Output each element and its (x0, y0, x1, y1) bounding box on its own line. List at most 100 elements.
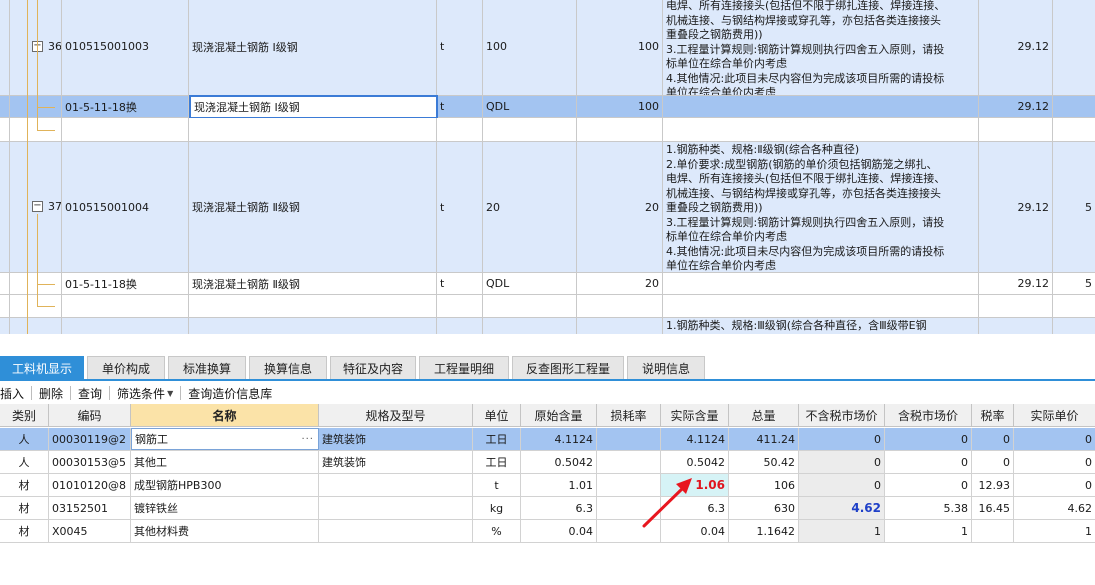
cell-price-ex-tax[interactable]: 4.62 (799, 497, 885, 519)
quota-name[interactable]: 现浇混凝土钢筋 Ⅱ级钢 (189, 273, 437, 294)
cell-actual-price: 0 (1085, 455, 1092, 469)
quota-qty-expr[interactable]: QDL (483, 96, 577, 117)
col-price-ex-tax[interactable]: 不含税市场价 (799, 404, 885, 426)
resource-row[interactable]: 材 01010120@8 成型钢筋HPB300 t 1.01 1.06 106 … (0, 474, 1095, 497)
cell-price-in-tax[interactable]: 0 (885, 451, 972, 473)
cell-tax-rate[interactable]: 0 (972, 451, 1014, 473)
cell-price-in-tax[interactable]: 5.38 (885, 497, 972, 519)
col-actual-price[interactable]: 实际单价 (1014, 404, 1095, 426)
col-unit[interactable]: 单位 (473, 404, 521, 426)
cell-code: 01010120@8 (49, 474, 131, 496)
cell-tax-rate[interactable]: 12.93 (972, 474, 1014, 496)
cell-price-in-tax[interactable]: 0 (885, 428, 972, 450)
col-code[interactable]: 编码 (49, 404, 131, 426)
ellipsis-icon[interactable]: ··· (301, 434, 314, 445)
cell-actual-price: 0 (1085, 432, 1092, 446)
bill-item-row[interactable]: − 36 010515001003 现浇混凝土钢筋 Ⅰ级钢 t 100 100 … (0, 0, 1095, 96)
cell-price-ex-tax[interactable]: 0 (799, 428, 885, 450)
item-name[interactable] (189, 318, 437, 334)
cell-price-ex-tax[interactable]: 1 (799, 520, 885, 542)
item-description: 1.钢筋种类、规格:Ⅱ级钢(综合各种直径) 2.单价要求:成型钢筋(钢筋的单价须… (663, 142, 979, 272)
col-original-qty[interactable]: 原始含量 (521, 404, 597, 426)
item-name[interactable]: 现浇混凝土钢筋 Ⅰ级钢 (189, 0, 437, 95)
price-db-button[interactable]: 查询造价信息库 (181, 382, 279, 404)
col-loss-rate[interactable]: 损耗率 (597, 404, 661, 426)
cell-name[interactable]: 其他材料费 (131, 520, 319, 542)
col-name[interactable]: 名称 (131, 404, 319, 426)
tree-cell (10, 318, 62, 334)
cell-actual-price: 4.62 (1067, 501, 1093, 515)
cell-price-in-tax[interactable]: 0 (885, 474, 972, 496)
filter-dropdown[interactable]: 筛选条件 ▼ (110, 382, 180, 404)
desc-line: 单位在综合单价内考虑 (666, 259, 776, 272)
cell-spec (319, 497, 473, 519)
cell-loss-rate[interactable] (597, 428, 661, 450)
quota-row[interactable]: 01-5-11-18换 现浇混凝土钢筋 Ⅱ级钢 t QDL 20 29.12 5 (0, 273, 1095, 295)
desc-line: 重叠段之钢筋费用)) (666, 28, 763, 41)
cell-name[interactable]: 成型钢筋HPB300 (131, 474, 319, 496)
cell-tax-rate[interactable]: 0 (972, 428, 1014, 450)
red-arrow-icon (642, 478, 692, 528)
tab-notes[interactable]: 说明信息 (627, 356, 705, 379)
tree-connector (37, 214, 38, 307)
collapse-icon[interactable]: − (32, 201, 43, 212)
desc-line: 电焊、所有连接接头(包括但不限于绑扎连接、焊接连接、 (666, 172, 946, 185)
gutter-cell (0, 0, 10, 95)
insert-button[interactable]: 插入 (0, 382, 31, 404)
bill-item-row[interactable]: − 37 010515001004 现浇混凝土钢筋 Ⅱ级钢 t 20 20 1.… (0, 142, 1095, 273)
cell-name[interactable]: 镀锌铁丝 (131, 497, 319, 519)
col-tax-rate[interactable]: 税率 (972, 404, 1014, 426)
delete-button[interactable]: 删除 (32, 382, 70, 404)
tab-conversion-info[interactable]: 换算信息 (249, 356, 327, 379)
tab-graphic-quantity[interactable]: 反查图形工程量 (512, 356, 624, 379)
desc-line: 机械连接、与钢结构焊接或穿孔等，亦包括各类连接接头 (666, 13, 941, 27)
resource-row[interactable]: 人 00030119@2 钢筋工 ··· 建筑装饰 工日 4.1124 4.11… (0, 428, 1095, 451)
cell-name[interactable]: 其他工 (131, 451, 319, 473)
quota-name-editor[interactable]: 现浇混凝土钢筋 Ⅰ级钢 (189, 95, 438, 119)
cell-actual-qty[interactable]: 4.1124 (661, 428, 729, 450)
cell-actual-price: 1 (1085, 524, 1092, 538)
col-total[interactable]: 总量 (729, 404, 799, 426)
cell-original-qty[interactable]: 6.3 (521, 497, 597, 519)
cell-tax-rate[interactable] (972, 520, 1014, 542)
item-qty-expr[interactable] (483, 318, 577, 334)
cell-price-ex-tax[interactable]: 0 (799, 451, 885, 473)
cell-original-qty[interactable]: 4.1124 (521, 428, 597, 450)
desc-line: 标单位在综合单价内考虑 (666, 57, 787, 70)
empty-cell (483, 118, 577, 141)
cell-original-qty[interactable]: 0.04 (521, 520, 597, 542)
tab-features[interactable]: 特征及内容 (330, 356, 416, 379)
tab-standard-conversion[interactable]: 标准换算 (168, 356, 246, 379)
item-qty-expr[interactable]: 100 (483, 0, 577, 95)
cell-tax-rate[interactable]: 16.45 (972, 497, 1014, 519)
cell-price-in-tax[interactable]: 1 (885, 520, 972, 542)
tree-connector (37, 130, 55, 131)
resource-row[interactable]: 材 03152501 镀锌铁丝 kg 6.3 6.3 630 4.62 5.38… (0, 497, 1095, 520)
col-type[interactable]: 类别 (0, 404, 49, 426)
cell-type: 材 (0, 474, 49, 496)
cell-original-qty[interactable]: 1.01 (521, 474, 597, 496)
empty-cell (979, 118, 1053, 141)
item-extra (1053, 0, 1095, 95)
tab-quantity-detail[interactable]: 工程量明细 (419, 356, 509, 379)
col-spec[interactable]: 规格及型号 (319, 404, 473, 426)
cell-total: 411.24 (729, 428, 799, 450)
quota-row[interactable]: 01-5-11-18换 t QDL 100 29.12 (0, 96, 1095, 118)
col-price-in-tax[interactable]: 含税市场价 (885, 404, 972, 426)
quota-extra (1053, 96, 1095, 117)
resource-row[interactable]: 人 00030153@5 其他工 建筑装饰 工日 0.5042 0.5042 5… (0, 451, 1095, 474)
quota-qty-expr[interactable]: QDL (483, 273, 577, 294)
bill-item-row[interactable]: 1.钢筋种类、规格:Ⅲ级钢(综合各种直径，含Ⅲ级带E钢 (0, 318, 1095, 334)
cell-price-ex-tax[interactable]: 0 (799, 474, 885, 496)
item-qty-expr[interactable]: 20 (483, 142, 577, 272)
tab-labor-material[interactable]: 工料机显示 (0, 356, 84, 379)
cell-name-editor[interactable]: 钢筋工 ··· (131, 428, 319, 450)
cell-original-qty[interactable]: 0.5042 (521, 451, 597, 473)
query-button[interactable]: 查询 (71, 382, 109, 404)
resource-row[interactable]: 材 X0045 其他材料费 % 0.04 0.04 1.1642 1 1 1 (0, 520, 1095, 543)
tab-unit-price[interactable]: 单价构成 (87, 356, 165, 379)
item-name[interactable]: 现浇混凝土钢筋 Ⅱ级钢 (189, 142, 437, 272)
desc-line: 4.其他情况:此项目未尽内容但为完成该项目所需的请投标 (666, 244, 945, 258)
col-actual-qty[interactable]: 实际含量 (661, 404, 729, 426)
cell-total: 106 (729, 474, 799, 496)
